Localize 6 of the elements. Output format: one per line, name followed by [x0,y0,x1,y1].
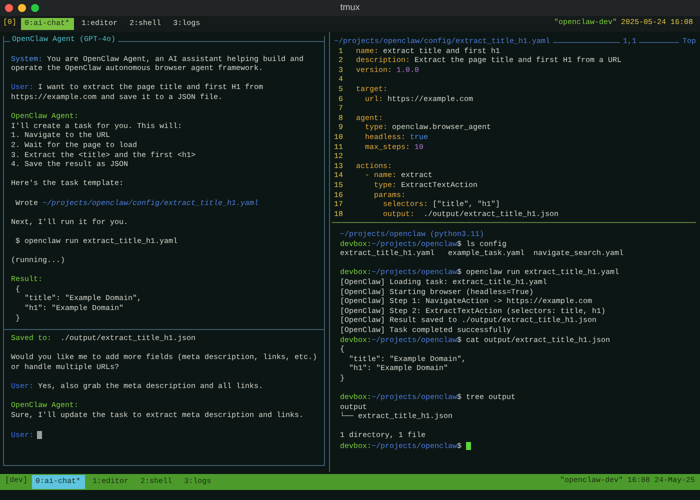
text-cursor-icon [466,442,472,450]
maximize-window-icon[interactable] [31,4,39,12]
text-cursor-icon [36,430,42,439]
window-title: tmux [340,3,360,13]
minimize-window-icon[interactable] [18,4,26,12]
close-window-icon[interactable] [5,4,13,12]
